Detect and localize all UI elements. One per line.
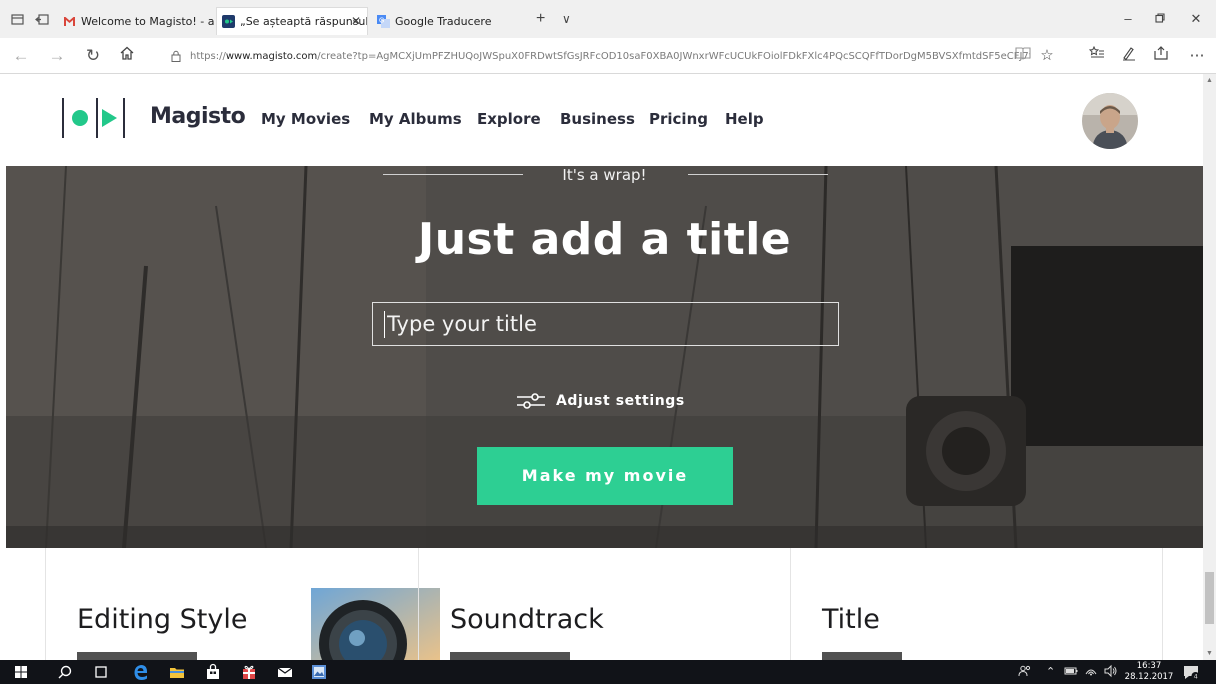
address-bar-row: ← → ↻ https://www.magisto.com/create?tp=… [0,38,1216,74]
card-title: Title [822,604,880,635]
close-tab-icon[interactable]: ✕ [351,14,361,28]
photo-app-icon[interactable] [310,663,328,681]
clock-time: 16:37 [1136,661,1162,671]
wifi-icon[interactable] [1084,664,1098,680]
text-caret [384,311,385,338]
nav-help[interactable]: Help [725,110,764,128]
edge-browser-icon[interactable] [132,663,150,681]
scroll-up-arrow-icon[interactable]: ▲ [1205,76,1214,85]
tray-overflow-chevron-icon[interactable]: ⌃ [1046,664,1055,680]
logo-bar [62,98,64,138]
minimize-icon[interactable]: – [1118,9,1138,29]
new-tab-button[interactable]: + [536,10,545,28]
make-my-movie-button[interactable]: Make my movie [477,447,733,505]
svg-text:G: G [379,17,384,24]
set-aside-tabs-icon[interactable] [35,13,49,27]
logo-bar [96,98,98,138]
scrollbar-thumb[interactable] [1205,572,1214,624]
nav-my-movies[interactable]: My Movies [261,110,350,128]
movie-title-input[interactable] [372,302,839,346]
windows-taskbar: ⌃ 16:37 28.12.2017 4 [0,660,1216,684]
store-icon[interactable] [204,663,222,681]
file-explorer-icon[interactable] [168,663,186,681]
tab-preview-toggle[interactable]: ∨ [562,12,571,26]
maximize-icon[interactable] [1150,9,1170,29]
sliders-icon [517,393,545,409]
tab-magisto-active[interactable]: „Se așteaptă răspunsul ‹ ✕ [216,7,368,35]
url-host: www.magisto.com [225,50,318,62]
nav-explore[interactable]: Explore [477,110,541,128]
url-prefix: https:// [190,50,226,62]
people-icon[interactable] [1018,664,1032,680]
tab-google-translate[interactable]: G Google Traducere [372,7,522,35]
magisto-tab-icon [222,15,235,28]
close-window-icon[interactable]: ✕ [1186,9,1206,29]
url-path: /create?tp=AgMCXjUmPFZHUQoJWSpuX0FRDwtSf… [317,50,1030,62]
volume-icon[interactable] [1104,664,1118,680]
clock-date: 28.12.2017 [1124,672,1174,682]
notification-count: 4 [1194,673,1198,681]
system-clock[interactable]: 16:37 28.12.2017 [1124,661,1174,683]
magisto-logo[interactable] [62,98,125,138]
brand-name[interactable]: Magisto [150,104,246,129]
nav-business[interactable]: Business [560,110,635,128]
forward-arrow-icon[interactable]: → [46,45,68,67]
action-center-icon[interactable]: 4 [1182,663,1200,681]
tab-overview-icon[interactable] [10,13,24,27]
hero-title: Just add a title [417,214,792,265]
hero-section: It's a wrap! Just add a title Adjust set… [6,166,1203,548]
task-view-icon[interactable] [92,663,110,681]
page-scrollbar[interactable]: ▲ ▼ [1203,74,1216,660]
tab-label: „Se așteaptă răspunsul ‹ [240,15,367,28]
tab-label: Welcome to Magisto! - agac [81,14,214,28]
eyebrow-text: It's a wrap! [562,166,647,184]
web-note-icon[interactable] [1118,45,1140,67]
card-title: Editing Style [77,604,248,635]
tab-gmail[interactable]: Welcome to Magisto! - agac [58,7,214,35]
adjust-settings-link[interactable]: Adjust settings [516,390,685,412]
browser-window: Welcome to Magisto! - agac „Se așteaptă … [0,0,1216,684]
logo-dot [72,110,88,126]
gmail-icon [64,16,75,26]
lock-icon [171,50,181,62]
back-arrow-icon[interactable]: ← [10,45,32,67]
google-translate-icon: G [377,14,390,28]
logo-play-icon [102,109,117,127]
mail-icon[interactable] [276,663,294,681]
card-title: Soundtrack [450,604,604,635]
nav-pricing[interactable]: Pricing [649,110,708,128]
url-field[interactable]: https://www.magisto.com/create?tp=AgMCXj… [160,43,1030,69]
tab-label: Google Traducere [395,14,492,28]
more-options-icon[interactable]: ⋯ [1186,45,1208,67]
favorites-hub-icon[interactable] [1086,45,1108,67]
card-soundtrack[interactable]: Soundtrack [418,548,790,662]
reading-view-icon[interactable] [1012,45,1034,67]
home-icon[interactable] [116,45,138,67]
refresh-icon[interactable]: ↻ [82,45,104,67]
card-title-option[interactable]: Title [790,548,1163,662]
scroll-down-arrow-icon[interactable]: ▼ [1205,649,1214,658]
adjust-settings-label: Adjust settings [556,393,685,409]
gift-app-icon[interactable] [240,663,258,681]
nav-my-albums[interactable]: My Albums [369,110,462,128]
user-avatar[interactable] [1082,93,1138,149]
share-icon[interactable] [1150,45,1172,67]
options-cards: Editing Style Soundtrack Title [0,548,1203,662]
tab-bar: Welcome to Magisto! - agac „Se așteaptă … [0,0,1216,38]
logo-bar [123,98,125,138]
battery-icon[interactable] [1064,664,1078,680]
search-icon[interactable] [56,663,74,681]
site-header: Magisto My Movies My Albums Explore Busi… [0,74,1203,166]
card-editing-style[interactable]: Editing Style [45,548,440,662]
windows-start-icon[interactable] [12,663,30,681]
favorite-star-icon[interactable]: ☆ [1036,45,1058,67]
